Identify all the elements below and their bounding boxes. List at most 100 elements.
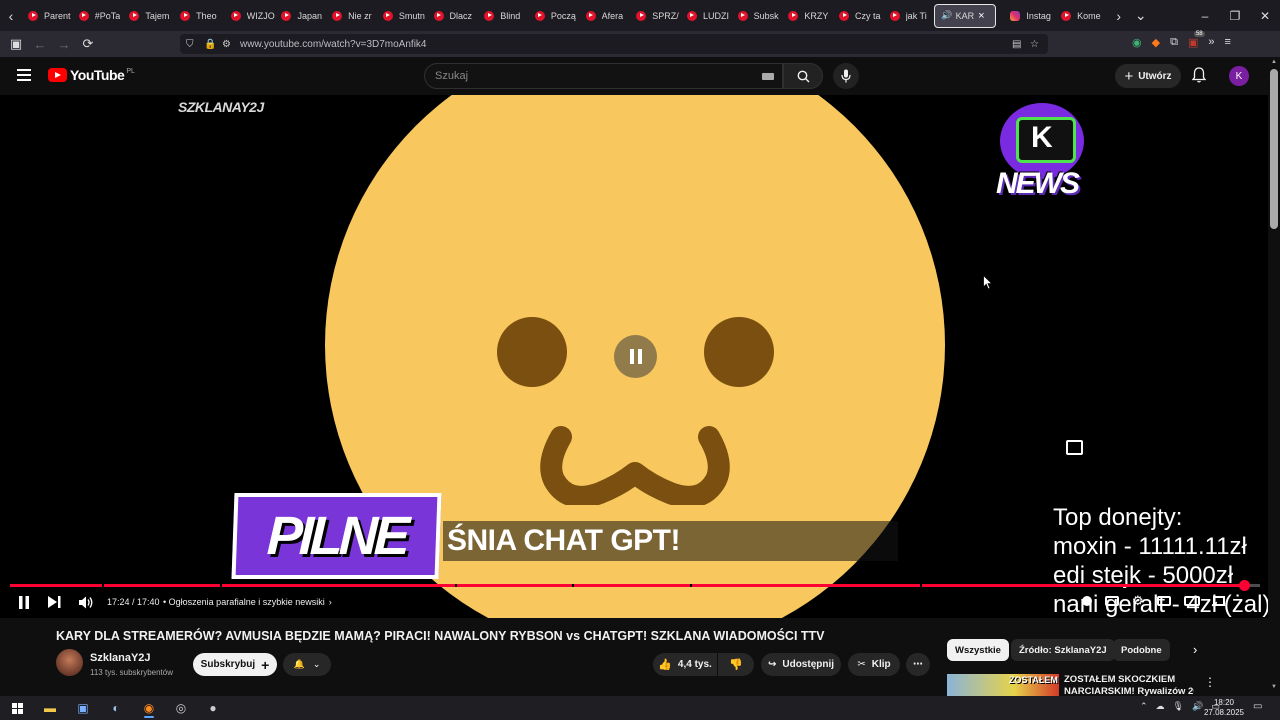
lock-icon[interactable]: 🔒: [204, 39, 218, 50]
tracking-shield-icon[interactable]: ⛉: [186, 39, 200, 50]
recommendation-menu-icon[interactable]: ⋮: [1204, 675, 1216, 689]
notification-settings-button[interactable]: 🔔 ⌄: [283, 653, 331, 676]
app-icon-2[interactable]: ●: [202, 698, 224, 718]
firefox-icon[interactable]: ◉: [138, 698, 160, 718]
extensions-icon[interactable]: ⧉: [1170, 36, 1178, 49]
autoplay-toggle-icon[interactable]: [1082, 596, 1092, 606]
microphone-tray-icon[interactable]: 🎙: [1173, 701, 1184, 712]
subscribe-button[interactable]: Subskrybuj +: [193, 653, 277, 676]
browser-tab[interactable]: jak Ti: [884, 4, 935, 28]
search-button[interactable]: [783, 63, 823, 89]
progress-scrubber-handle[interactable]: [1239, 580, 1250, 591]
clip-button[interactable]: ✂ Klip: [848, 653, 900, 676]
scrollbar-thumb[interactable]: [1270, 69, 1278, 229]
scroll-down-arrow-icon[interactable]: ▼: [1271, 684, 1277, 690]
browser-tab[interactable]: Smutn: [377, 4, 428, 28]
next-video-button[interactable]: [48, 593, 61, 611]
filter-chip-similar[interactable]: Podobne: [1113, 639, 1170, 661]
miniplayer-icon[interactable]: [1156, 596, 1171, 606]
screen-share-icon[interactable]: [1066, 440, 1083, 455]
onedrive-icon[interactable]: ☁: [1156, 701, 1165, 712]
progress-bar-played[interactable]: [10, 584, 1246, 587]
app-icon[interactable]: ◎: [170, 698, 192, 718]
channel-name[interactable]: SzklanaY2J: [90, 652, 151, 664]
back-button[interactable]: ←: [28, 32, 52, 56]
file-explorer-icon[interactable]: ▬: [39, 698, 61, 718]
create-button[interactable]: + Utwórz: [1115, 64, 1181, 88]
theater-mode-icon[interactable]: [1183, 596, 1200, 606]
subtitles-icon[interactable]: [1105, 596, 1119, 606]
notifications-icon[interactable]: ▭: [1253, 701, 1262, 712]
more-actions-button[interactable]: ⋯: [906, 653, 930, 676]
fullscreen-icon[interactable]: [1212, 596, 1225, 606]
browser-tab[interactable]: Subsk: [732, 4, 783, 28]
browser-tab[interactable]: Dlacz: [428, 4, 479, 28]
center-pause-button[interactable]: [614, 335, 657, 378]
taskbar-clock[interactable]: 18:20 27.08.2025: [1200, 698, 1248, 718]
volume-button[interactable]: [79, 593, 94, 611]
tab-active[interactable]: 🔊 KAR ×: [934, 3, 997, 28]
reload-button[interactable]: ⟳: [76, 32, 100, 56]
overflow-chevron-icon[interactable]: »: [1208, 36, 1214, 49]
dislike-button[interactable]: 👎: [718, 653, 754, 676]
keyboard-icon[interactable]: [762, 72, 774, 80]
ublock-extension-icon[interactable]: ▣ 58: [1188, 31, 1205, 49]
filter-next-chevron-icon[interactable]: ›: [1193, 642, 1197, 657]
page-scrollbar[interactable]: ▲ ▼: [1268, 57, 1280, 696]
browser-tab[interactable]: Japan: [275, 4, 326, 28]
share-button[interactable]: ↪ Udostępnij: [761, 653, 841, 676]
filter-chip-source[interactable]: Źródło: SzklanaY2J: [1011, 639, 1115, 661]
browser-tab[interactable]: WIZJO: [225, 4, 276, 28]
recommendation-thumbnail[interactable]: ZOSTAŁEM: [947, 674, 1059, 696]
browser-tab[interactable]: Blind: [478, 4, 529, 28]
menu-hamburger-icon[interactable]: ≡: [1224, 36, 1230, 49]
filter-chip-all[interactable]: Wszystkie: [947, 639, 1009, 661]
recommendation-title[interactable]: ZOSTAŁEM SKOCZKIEM NARCIARSKIM! Rywalizó…: [1064, 674, 1194, 698]
picture-icon[interactable]: ▤: [1012, 39, 1026, 50]
browser-tab[interactable]: Instag: [1004, 4, 1055, 28]
maximize-button[interactable]: ❐: [1220, 0, 1250, 31]
tab-scroll-right-button[interactable]: ›: [1108, 0, 1130, 31]
windows-start-icon[interactable]: [6, 698, 28, 718]
bookmark-star-icon[interactable]: ☆: [1030, 39, 1044, 50]
browser-tab[interactable]: Tajem: [123, 4, 174, 28]
browser-tab[interactable]: #PoTa: [73, 4, 124, 28]
browser-tab[interactable]: Czy ta: [833, 4, 884, 28]
close-window-button[interactable]: ✕: [1250, 0, 1280, 31]
settings-gear-icon[interactable]: ⚙: [1132, 593, 1144, 609]
shield-extension-icon[interactable]: ◉: [1132, 36, 1142, 49]
notifications-bell-icon[interactable]: [1191, 67, 1207, 88]
video-player[interactable]: SZKLANAY2J K NEWS PILNE ŚNIA CHAT GPT! T…: [0, 95, 1268, 618]
browser-tab[interactable]: Począ: [529, 4, 580, 28]
minimize-button[interactable]: –: [1190, 0, 1220, 31]
permissions-icon[interactable]: ⚙: [222, 39, 236, 50]
browser-tab[interactable]: LUDZI: [681, 4, 732, 28]
speaker-icon[interactable]: 🔊: [941, 10, 952, 21]
tray-overflow-chevron-icon[interactable]: ⌃: [1140, 701, 1148, 712]
browser-tab[interactable]: Afera: [580, 4, 631, 28]
like-button[interactable]: 👍 4,4 tys.: [653, 653, 717, 676]
channel-avatar[interactable]: [56, 649, 83, 676]
url-text[interactable]: www.youtube.com/watch?v=3D7moAnfik4: [240, 39, 426, 50]
pause-button[interactable]: [18, 593, 30, 611]
browser-tab[interactable]: Nie zr: [326, 4, 377, 28]
account-avatar[interactable]: K: [1229, 66, 1249, 86]
tab-scroll-left-button[interactable]: ‹: [0, 0, 22, 31]
computer-icon[interactable]: ▣: [72, 698, 94, 718]
browser-tab[interactable]: Kome: [1055, 4, 1106, 28]
browser-tab[interactable]: SPRZ/: [630, 4, 681, 28]
browser-tab[interactable]: Parent: [22, 4, 73, 28]
tab-list-button[interactable]: ⌄: [1130, 0, 1152, 31]
close-tab-icon[interactable]: ×: [978, 10, 984, 22]
voice-search-button[interactable]: [833, 63, 859, 89]
chapter-title-button[interactable]: • Ogłoszenia parafialne i szybkie newsik…: [163, 597, 332, 607]
sidebar-toggle-icon[interactable]: ▣: [4, 32, 28, 56]
address-bar[interactable]: ⛉ 🔒 ⚙ www.youtube.com/watch?v=3D7moAnfik…: [180, 34, 1048, 54]
youtube-logo[interactable]: YouTube PL: [48, 67, 135, 83]
search-input[interactable]: Szukaj: [424, 63, 783, 89]
steam-icon[interactable]: ◐: [105, 698, 127, 718]
forward-button[interactable]: →: [52, 32, 76, 56]
browser-tab[interactable]: KRZY: [782, 4, 833, 28]
browser-tab[interactable]: Theo: [174, 4, 225, 28]
fox-extension-icon[interactable]: ◆: [1152, 36, 1160, 49]
